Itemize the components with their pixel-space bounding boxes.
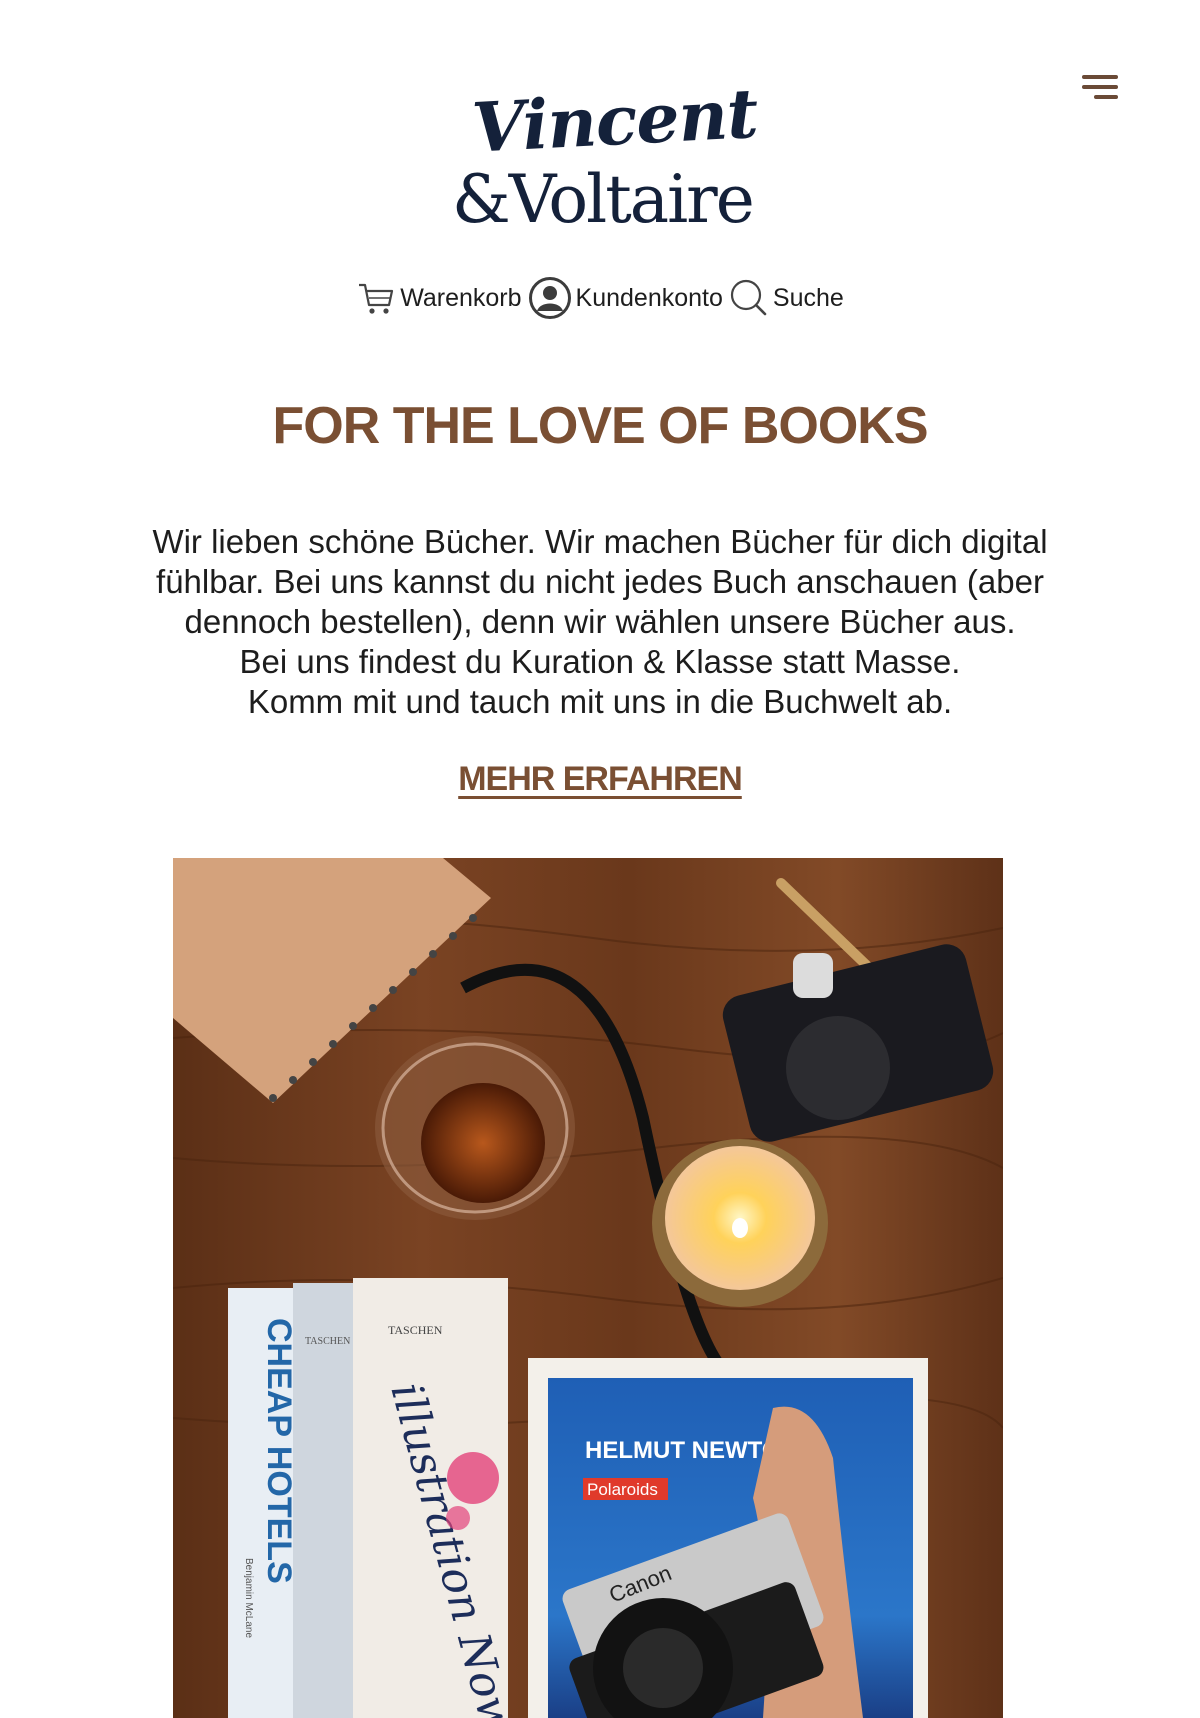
menu-line xyxy=(1094,95,1118,99)
glass-illustration xyxy=(375,1036,575,1220)
page-title: FOR THE LOVE OF BOOKS xyxy=(272,397,928,455)
page: Vincent &Voltaire Warenkorb Kundenkonto … xyxy=(0,0,1200,1718)
nav-account-label: Kundenkonto xyxy=(575,283,723,312)
publisher-label: TASCHEN xyxy=(388,1323,443,1337)
menu-line xyxy=(1082,75,1118,79)
intro-line: Komm mit und tauch mit uns in die Buchwe… xyxy=(247,683,953,720)
nav-search-label: Suche xyxy=(772,283,844,312)
intro-line: Bei uns findest du Kuration & Klasse sta… xyxy=(239,643,961,680)
book-stack-illustration: CHEAP HOTELS Benjamin McLane TASCHEN TAS… xyxy=(228,1278,528,1718)
header-nav: Warenkorb Kundenkonto Suche xyxy=(0,274,1200,322)
book-spine-cheap-hotels: CHEAP HOTELS xyxy=(260,1318,298,1584)
logo-line-1: Vincent xyxy=(470,73,760,169)
nav-account[interactable]: Kundenkonto xyxy=(528,276,723,320)
intro-line: fühlbar. Bei uns kannst du nicht jedes B… xyxy=(156,563,1044,600)
publisher-label: TASCHEN xyxy=(305,1336,350,1347)
nav-cart-label: Warenkorb xyxy=(400,283,522,312)
nav-cart[interactable]: Warenkorb xyxy=(356,278,522,318)
account-icon xyxy=(528,276,572,320)
hero-photo: CHEAP HOTELS Benjamin McLane TASCHEN TAS… xyxy=(173,858,1003,1718)
candle-illustration xyxy=(652,1139,828,1307)
search-icon xyxy=(729,278,769,318)
book-spine-author: Benjamin McLane xyxy=(243,1558,254,1638)
cart-icon xyxy=(356,278,396,318)
hamburger-menu-icon[interactable] xyxy=(1078,73,1118,103)
menu-line xyxy=(1082,85,1118,89)
hero-intro-text: Wir lieben schöne Bücher. Wir machen Büc… xyxy=(60,522,1140,722)
brand-logo[interactable]: Vincent &Voltaire xyxy=(440,74,760,242)
more-info-link[interactable]: MEHR ERFAHREN xyxy=(458,760,743,798)
intro-line: dennoch bestellen), denn wir wählen unse… xyxy=(184,603,1016,640)
nav-search[interactable]: Suche xyxy=(729,278,844,318)
logo-line-2: &Voltaire xyxy=(452,161,755,238)
intro-line: Wir lieben schöne Bücher. Wir machen Büc… xyxy=(152,523,1048,560)
more-link-wrap: MEHR ERFAHREN xyxy=(0,760,1200,799)
book-cover-title: Polaroids xyxy=(587,1480,658,1499)
